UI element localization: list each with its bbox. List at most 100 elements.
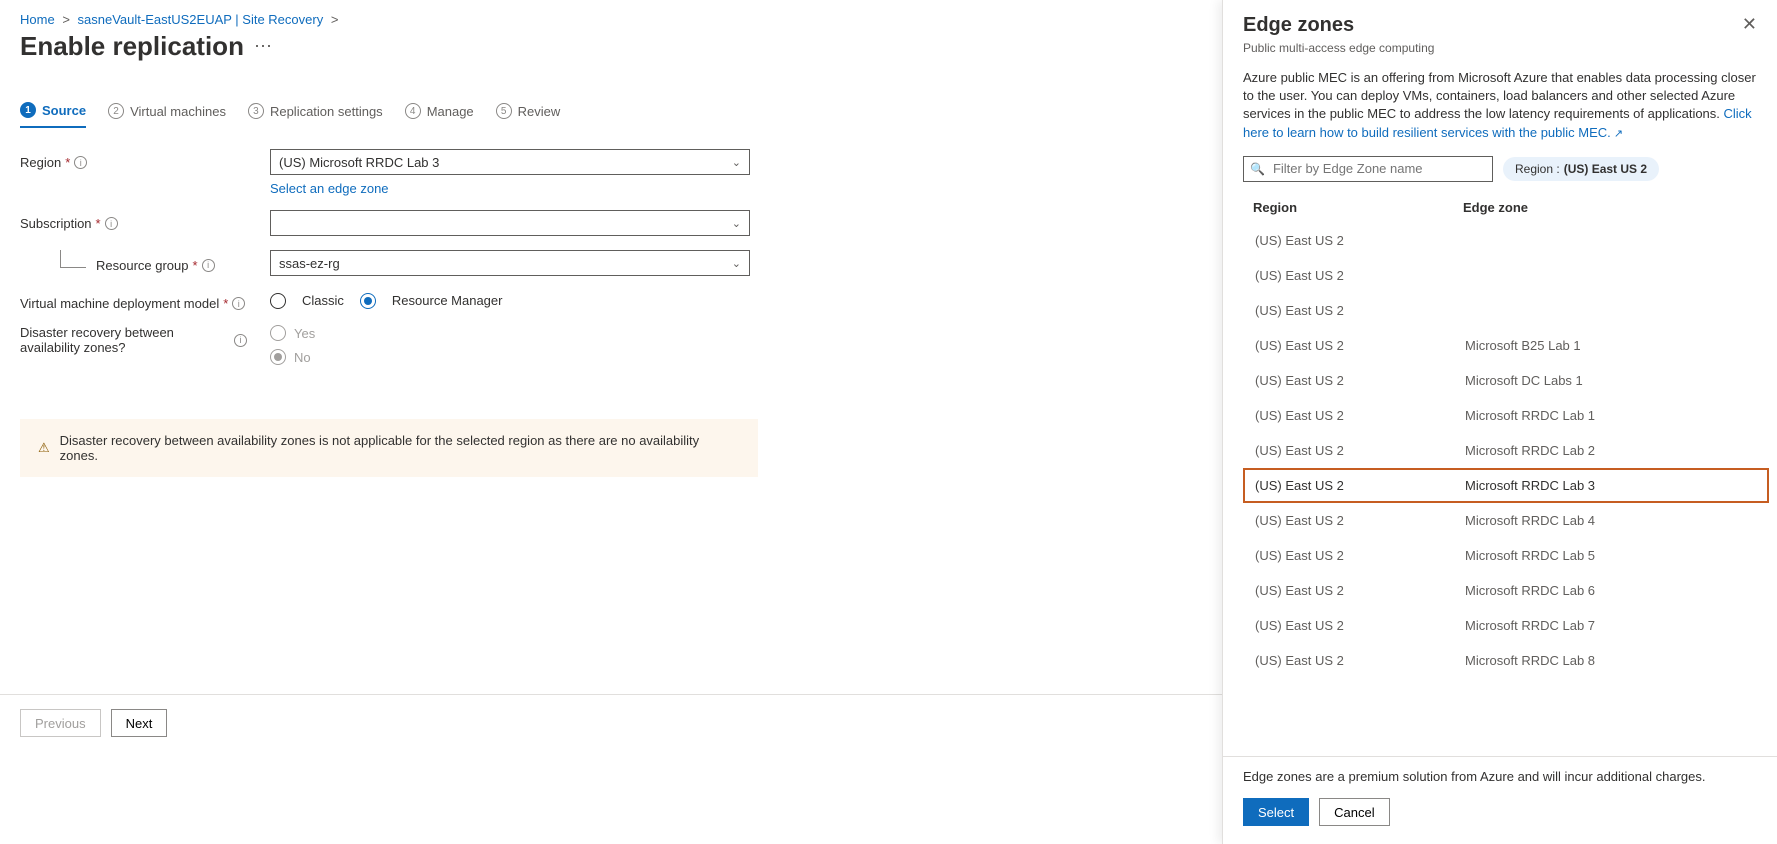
breadcrumb-home[interactable]: Home (20, 12, 55, 27)
more-actions-icon[interactable]: ⋯ (254, 36, 272, 57)
connector-line (60, 250, 86, 268)
radio-classic-label: Classic (302, 293, 344, 308)
row-region: (US) East US 2 (1255, 408, 1465, 423)
col-edge-zone: Edge zone (1463, 200, 1759, 215)
select-edge-zone-link[interactable]: Select an edge zone (270, 181, 389, 196)
step-virtual-machines[interactable]: 2 Virtual machines (108, 102, 226, 128)
step-label: Manage (427, 104, 474, 119)
edge-zone-table: Region Edge zone (US) East US 2(US) East… (1223, 192, 1777, 756)
edge-zone-row[interactable]: (US) East US 2 (1243, 258, 1769, 293)
panel-foot-note: Edge zones are a premium solution from A… (1243, 769, 1757, 784)
step-number: 2 (108, 103, 124, 119)
next-button[interactable]: Next (111, 709, 168, 737)
radio-dr-yes-label: Yes (294, 326, 315, 341)
cancel-button[interactable]: Cancel (1319, 798, 1389, 826)
row-zone: Microsoft B25 Lab 1 (1465, 338, 1757, 353)
radio-dr-yes (270, 325, 286, 341)
warning-banner: ⚠ Disaster recovery between availability… (20, 419, 758, 477)
region-label: Region* i (20, 149, 270, 170)
step-label: Source (42, 103, 86, 118)
row-zone: Microsoft RRDC Lab 2 (1465, 443, 1757, 458)
radio-dr-no-label: No (294, 350, 311, 365)
edge-zone-row[interactable]: (US) East US 2 (1243, 293, 1769, 328)
row-region: (US) East US 2 (1255, 653, 1465, 668)
step-replication-settings[interactable]: 3 Replication settings (248, 102, 383, 128)
row-zone: Microsoft DC Labs 1 (1465, 373, 1757, 388)
step-source[interactable]: 1 Source (20, 102, 86, 128)
edge-zone-row[interactable]: (US) East US 2Microsoft RRDC Lab 4 (1243, 503, 1769, 538)
info-icon[interactable]: i (232, 297, 245, 310)
row-region: (US) East US 2 (1255, 373, 1465, 388)
radio-resource-manager-label: Resource Manager (392, 293, 503, 308)
panel-footer: Edge zones are a premium solution from A… (1223, 756, 1777, 844)
step-number: 1 (20, 102, 36, 118)
step-number: 3 (248, 103, 264, 119)
row-zone: Microsoft RRDC Lab 6 (1465, 583, 1757, 598)
edge-zone-row[interactable]: (US) East US 2Microsoft RRDC Lab 8 (1243, 643, 1769, 678)
edge-zone-row[interactable]: (US) East US 2Microsoft B25 Lab 1 (1243, 328, 1769, 363)
vm-deployment-model-label: Virtual machine deployment model* i (20, 290, 270, 311)
info-icon[interactable]: i (105, 217, 118, 230)
panel-subtitle: Public multi-access edge computing (1223, 41, 1777, 65)
row-region: (US) East US 2 (1255, 513, 1465, 528)
step-number: 5 (496, 103, 512, 119)
subscription-select[interactable]: ⌄ (270, 210, 750, 236)
info-icon[interactable]: i (202, 259, 215, 272)
edge-zone-row[interactable]: (US) East US 2Microsoft RRDC Lab 3 (1243, 468, 1769, 503)
row-zone: Microsoft RRDC Lab 1 (1465, 408, 1757, 423)
col-region: Region (1253, 200, 1463, 215)
info-icon[interactable]: i (234, 334, 247, 347)
edge-zones-panel: Edge zones ✕ Public multi-access edge co… (1222, 0, 1777, 844)
radio-resource-manager[interactable] (360, 293, 376, 309)
edge-zone-table-header: Region Edge zone (1243, 192, 1769, 223)
edge-zone-row[interactable]: (US) East US 2Microsoft RRDC Lab 7 (1243, 608, 1769, 643)
row-region: (US) East US 2 (1255, 478, 1465, 493)
row-zone: Microsoft RRDC Lab 4 (1465, 513, 1757, 528)
chevron-down-icon: ⌄ (732, 156, 741, 169)
page-title: Enable replication (20, 31, 244, 62)
radio-dr-no (270, 349, 286, 365)
breadcrumb-vault[interactable]: sasneVault-EastUS2EUAP | Site Recovery (78, 12, 324, 27)
step-review[interactable]: 5 Review (496, 102, 561, 128)
panel-description: Azure public MEC is an offering from Mic… (1223, 65, 1777, 152)
resource-group-label: Resource group* i (20, 250, 270, 274)
row-region: (US) East US 2 (1255, 548, 1465, 563)
edge-zone-row[interactable]: (US) East US 2 (1243, 223, 1769, 258)
row-region: (US) East US 2 (1255, 443, 1465, 458)
edge-zone-search-input[interactable] (1271, 160, 1486, 177)
row-region: (US) East US 2 (1255, 233, 1465, 248)
row-region: (US) East US 2 (1255, 268, 1465, 283)
row-region: (US) East US 2 (1255, 618, 1465, 633)
edge-zone-row[interactable]: (US) East US 2Microsoft RRDC Lab 5 (1243, 538, 1769, 573)
radio-classic[interactable] (270, 293, 286, 309)
select-button[interactable]: Select (1243, 798, 1309, 826)
panel-title: Edge zones (1243, 14, 1354, 37)
subscription-label: Subscription* i (20, 210, 270, 231)
edge-zone-row[interactable]: (US) East US 2Microsoft RRDC Lab 1 (1243, 398, 1769, 433)
region-select[interactable]: (US) Microsoft RRDC Lab 3 ⌄ (270, 149, 750, 175)
step-label: Virtual machines (130, 104, 226, 119)
edge-zone-search[interactable]: 🔍 (1243, 156, 1493, 182)
info-icon[interactable]: i (74, 156, 87, 169)
row-zone (1465, 303, 1757, 318)
dr-availability-zones-label: Disaster recovery between availability z… (20, 325, 270, 355)
step-label: Replication settings (270, 104, 383, 119)
row-region: (US) East US 2 (1255, 338, 1465, 353)
chevron-down-icon: ⌄ (732, 217, 741, 230)
search-icon: 🔍 (1250, 162, 1265, 176)
row-region: (US) East US 2 (1255, 583, 1465, 598)
edge-zone-row[interactable]: (US) East US 2Microsoft RRDC Lab 2 (1243, 433, 1769, 468)
close-icon[interactable]: ✕ (1742, 14, 1757, 35)
edge-zone-row[interactable]: (US) East US 2Microsoft RRDC Lab 6 (1243, 573, 1769, 608)
edge-zone-row[interactable]: (US) East US 2Microsoft DC Labs 1 (1243, 363, 1769, 398)
previous-button: Previous (20, 709, 101, 737)
resource-group-select-value: ssas-ez-rg (279, 256, 340, 271)
breadcrumb-sep: > (331, 12, 339, 27)
row-region: (US) East US 2 (1255, 303, 1465, 318)
step-label: Review (518, 104, 561, 119)
row-zone (1465, 233, 1757, 248)
region-filter-pill[interactable]: Region : (US) East US 2 (1503, 157, 1659, 181)
resource-group-select[interactable]: ssas-ez-rg ⌄ (270, 250, 750, 276)
row-zone: Microsoft RRDC Lab 3 (1465, 478, 1757, 493)
step-manage[interactable]: 4Manage (405, 102, 474, 128)
